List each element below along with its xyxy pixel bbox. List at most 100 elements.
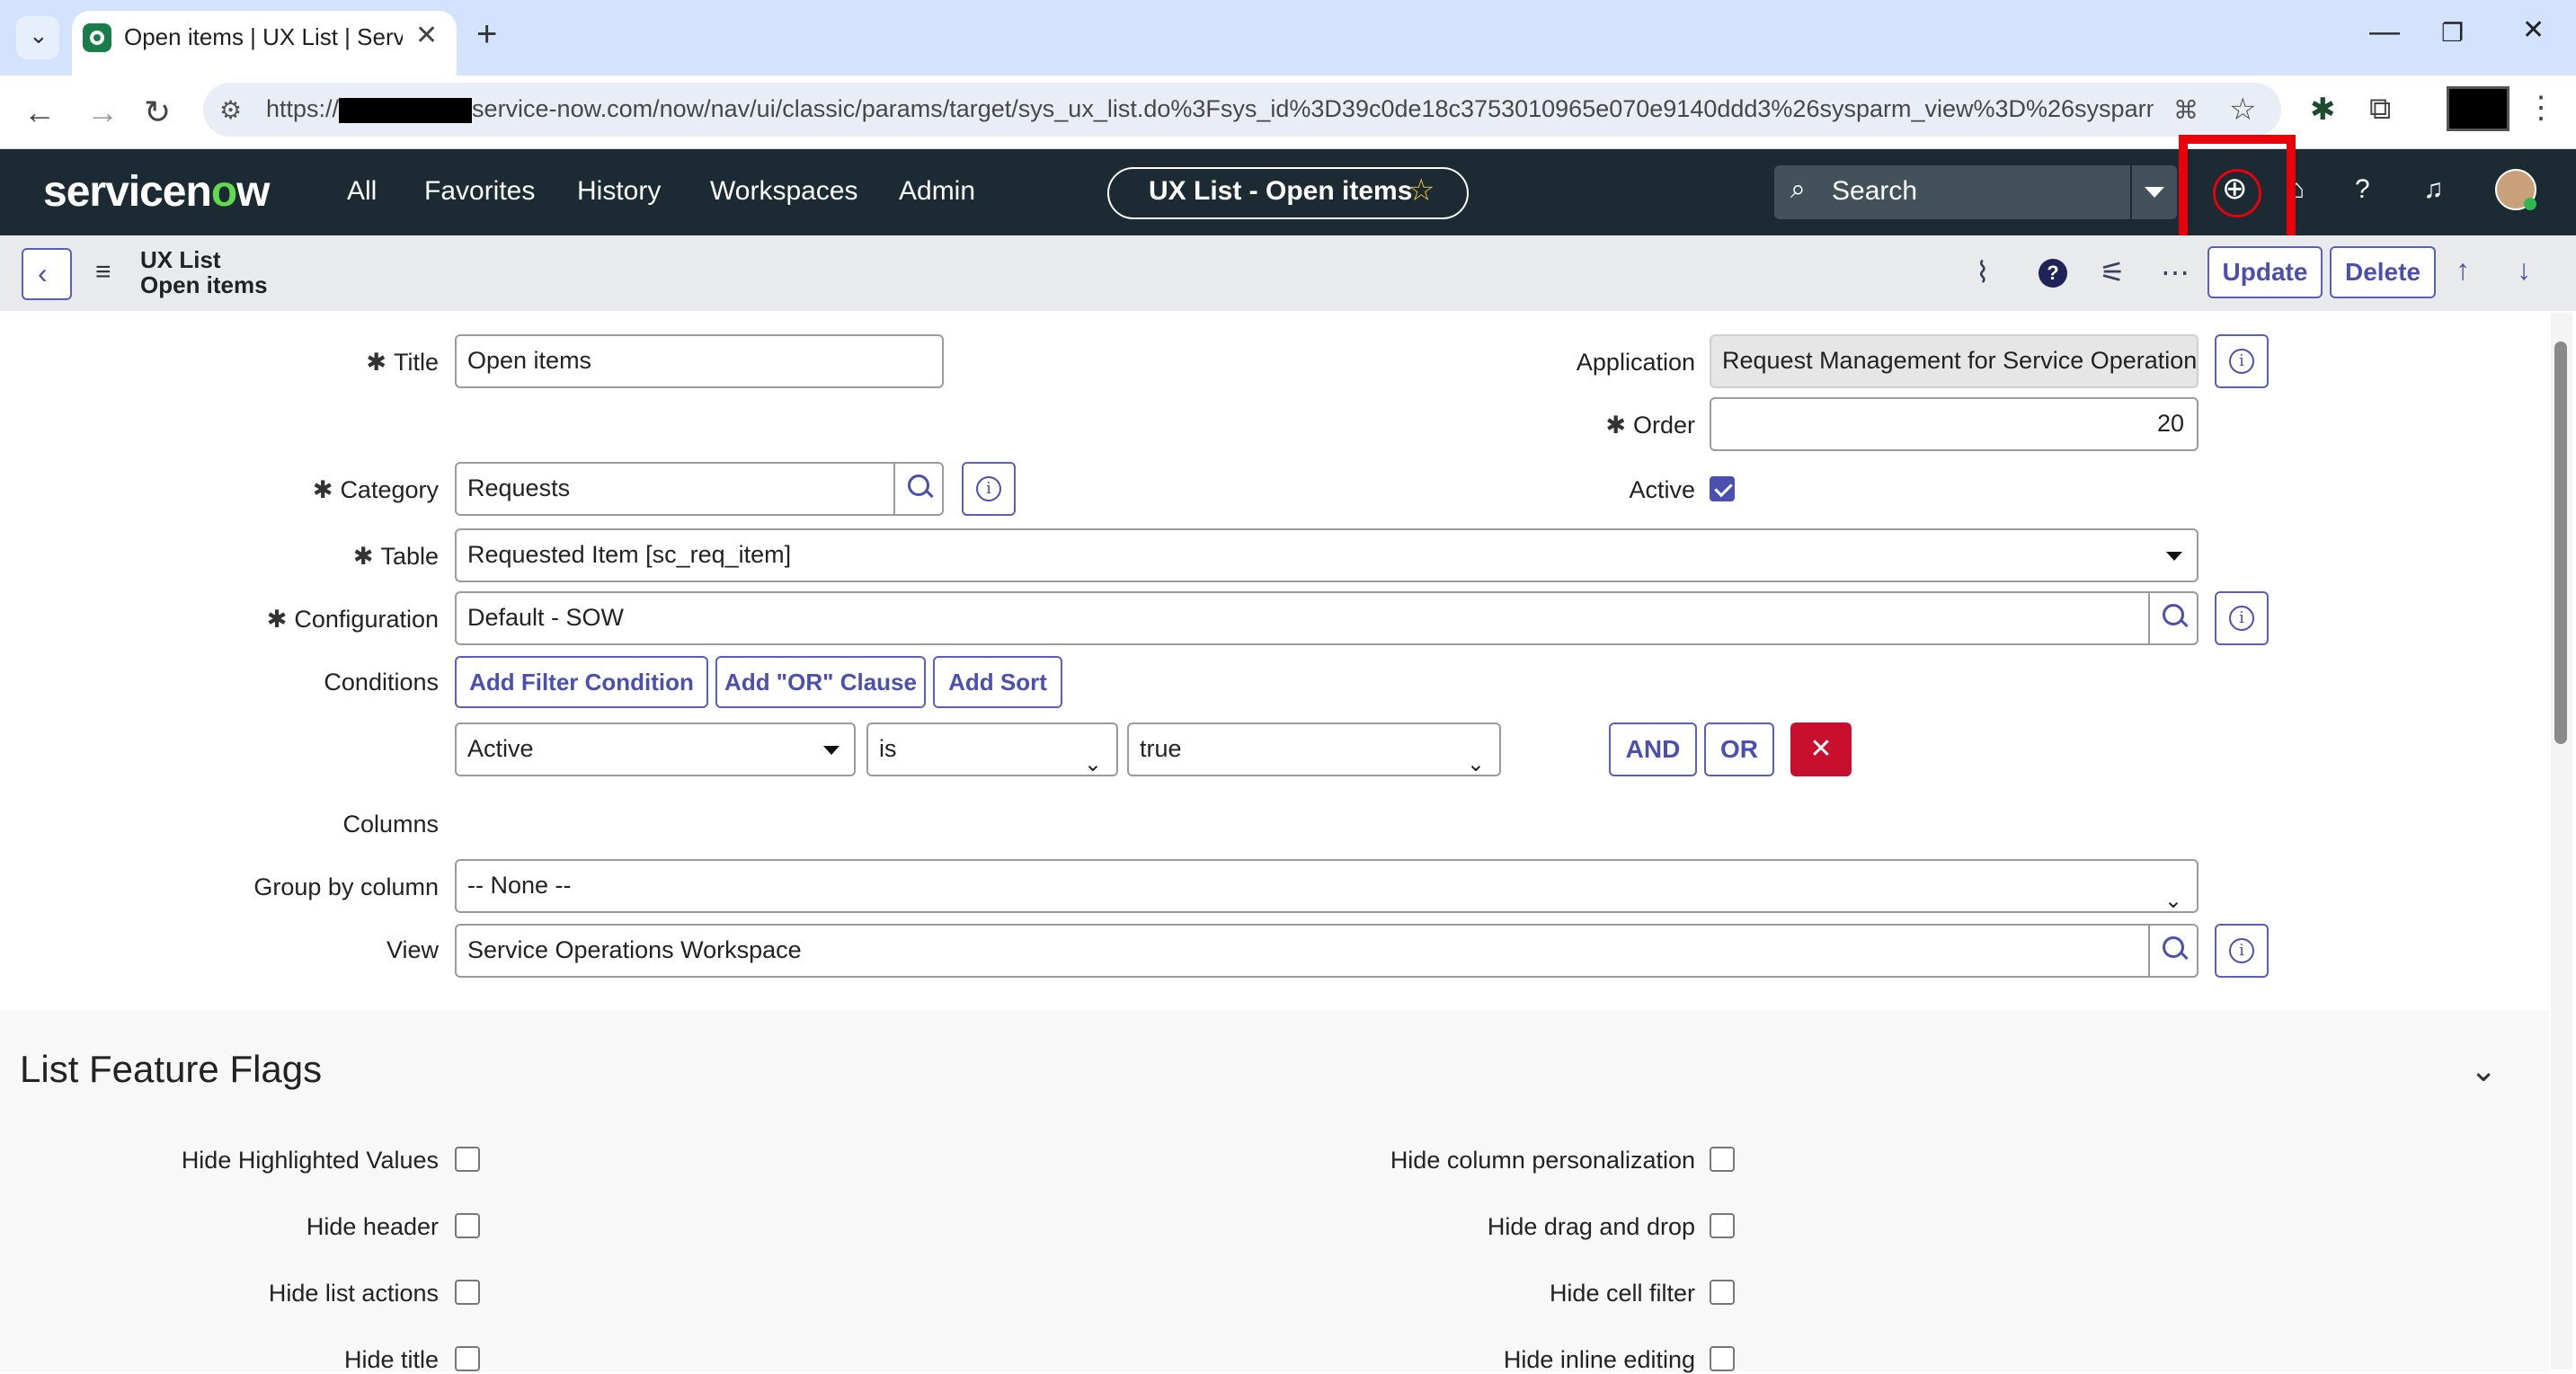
global-search-input[interactable] [1774, 165, 2130, 219]
tab-close-icon[interactable]: ✕ [415, 20, 438, 51]
condition-operator-value: is [879, 735, 897, 762]
view-label: View [386, 936, 439, 963]
hide-header-checkbox[interactable] [455, 1213, 480, 1238]
presence-dot [2524, 198, 2536, 210]
delete-button[interactable]: Delete [2330, 246, 2436, 298]
more-options-icon[interactable]: ⋯ [2161, 255, 2190, 289]
back-button[interactable]: ‹ [22, 248, 72, 300]
table-label: ✱ Table [234, 543, 439, 571]
title-label-text: Title [393, 349, 439, 376]
update-button[interactable]: Update [2207, 246, 2323, 298]
configuration-info-button[interactable] [2215, 591, 2269, 645]
chevron-down-icon: ⌄ [29, 22, 49, 49]
context-menu-icon[interactable]: ≡ [95, 257, 111, 288]
required-mark: ✱ [366, 349, 386, 376]
flag-label: Hide title [343, 1346, 439, 1373]
nav-workspaces[interactable]: Workspaces [710, 176, 858, 207]
attachment-icon[interactable]: ⌇ [1976, 255, 1990, 289]
nav-favorites[interactable]: Favorites [424, 176, 535, 207]
hide-inline-editing-checkbox[interactable] [1710, 1346, 1735, 1371]
category-input[interactable]: Requests [455, 462, 895, 516]
configuration-label-text: Configuration [294, 606, 439, 633]
url-prefix: https:// [266, 95, 340, 122]
chevron-down-icon: ⌄ [2163, 889, 2182, 913]
view-input[interactable]: Service Operations Workspace [455, 924, 2150, 978]
nav-admin[interactable]: Admin [899, 176, 975, 207]
bell-icon[interactable]: ♫ [2423, 174, 2444, 205]
title-input[interactable]: Open items [455, 334, 944, 388]
flag-label: Hide column personalization [1390, 1147, 1695, 1174]
form-title-table: UX List [140, 246, 221, 273]
previous-record-icon[interactable]: ↑ [2456, 253, 2470, 287]
search-scope-dropdown[interactable] [2132, 165, 2177, 219]
application-info-button[interactable] [2215, 334, 2269, 388]
profile-button[interactable] [2447, 86, 2509, 131]
help-icon[interactable]: ? [2355, 174, 2370, 205]
close-window-button[interactable]: ✕ [2522, 14, 2545, 46]
new-tab-button[interactable]: + [476, 14, 497, 55]
group-by-value: -- None -- [467, 872, 572, 899]
collapse-section-chevron-icon[interactable]: ⌄ [2470, 1051, 2497, 1089]
add-filter-condition-button[interactable]: Add Filter Condition [455, 656, 708, 708]
logo-o: o [210, 168, 237, 216]
personalize-form-icon[interactable]: ⚟ [2100, 255, 2126, 289]
remove-condition-button[interactable]: ✕ [1790, 722, 1852, 776]
hide-title-checkbox[interactable] [455, 1346, 480, 1371]
reload-icon[interactable]: ↻ [144, 93, 171, 131]
order-label-text: Order [1632, 412, 1695, 439]
view-lookup-search-icon[interactable] [2148, 924, 2198, 978]
bookmark-star-icon[interactable]: ☆ [2229, 92, 2256, 128]
chevron-down-icon: ⌄ [1083, 752, 1102, 776]
order-input[interactable]: 20 [1710, 397, 2198, 451]
conditions-label: Conditions [324, 669, 439, 696]
add-or-clause-button[interactable]: Add "OR" Clause [715, 656, 926, 708]
condition-value-select[interactable]: true ⌄ [1127, 722, 1501, 776]
help-form-icon[interactable]: ? [2039, 259, 2067, 288]
minimize-button[interactable]: — [2369, 14, 2400, 49]
caret-down-icon [2166, 552, 2182, 561]
view-info-button[interactable] [2215, 924, 2269, 978]
extension-icon[interactable]: ✱ [2310, 92, 2336, 128]
and-button[interactable]: AND [1609, 722, 1697, 776]
hide-list-actions-checkbox[interactable] [455, 1280, 480, 1305]
condition-operator-select[interactable]: is ⌄ [866, 722, 1118, 776]
more-menu-icon[interactable]: ⋮ [2526, 90, 2556, 126]
redacted-block [339, 97, 473, 123]
restore-button[interactable]: ❐ [2441, 18, 2464, 48]
condition-field-select[interactable]: Active [455, 722, 856, 776]
category-info-button[interactable] [962, 462, 1016, 516]
nav-history[interactable]: History [577, 176, 661, 207]
table-select[interactable]: Requested Item [sc_req_item] [455, 528, 2198, 582]
hide-highlighted-values-checkbox[interactable] [455, 1147, 480, 1172]
nav-all[interactable]: All [347, 176, 377, 207]
url-text[interactable]: https:// service-now.com/now/nav/ui/class… [266, 95, 2154, 123]
url-rest: service-now.com/now/nav/ui/classic/param… [472, 95, 2154, 122]
next-record-icon[interactable]: ↓ [2517, 253, 2531, 287]
group-by-label: Group by column [253, 873, 439, 900]
add-sort-button[interactable]: Add Sort [933, 656, 1062, 708]
site-settings-icon[interactable]: ⚙ [219, 95, 242, 125]
active-checkbox[interactable] [1710, 476, 1735, 501]
hide-drag-and-drop-checkbox[interactable] [1710, 1213, 1735, 1238]
configuration-lookup-search-icon[interactable] [2148, 591, 2198, 645]
extensions-puzzle-icon[interactable]: ⧉ [2369, 92, 2391, 127]
hide-cell-filter-checkbox[interactable] [1710, 1280, 1735, 1305]
chevron-down-icon: ⌄ [1466, 752, 1485, 776]
logo-text: servicen [43, 168, 212, 216]
translate-icon[interactable]: ⌘ [2173, 95, 2198, 125]
forward-arrow-icon[interactable]: → [86, 93, 119, 131]
configuration-input[interactable]: Default - SOW [455, 591, 2150, 645]
servicenow-logo[interactable]: servicenow [43, 167, 270, 217]
favorite-star-icon[interactable]: ☆ [1408, 173, 1435, 208]
form-title-record: Open items [140, 271, 268, 298]
hide-column-personalization-checkbox[interactable] [1710, 1147, 1735, 1172]
servicenow-favicon-icon [83, 23, 111, 52]
back-arrow-icon[interactable]: ← [23, 93, 56, 131]
section-title: List Feature Flags [20, 1048, 323, 1090]
scrollbar-thumb[interactable] [2554, 341, 2567, 744]
or-button[interactable]: OR [1704, 722, 1774, 776]
search-icon: ⌕ [1790, 174, 1806, 204]
tab-search-button[interactable]: ⌄ [16, 16, 59, 59]
category-lookup-search-icon[interactable] [893, 462, 944, 516]
group-by-select[interactable]: -- None -- ⌄ [455, 859, 2198, 913]
